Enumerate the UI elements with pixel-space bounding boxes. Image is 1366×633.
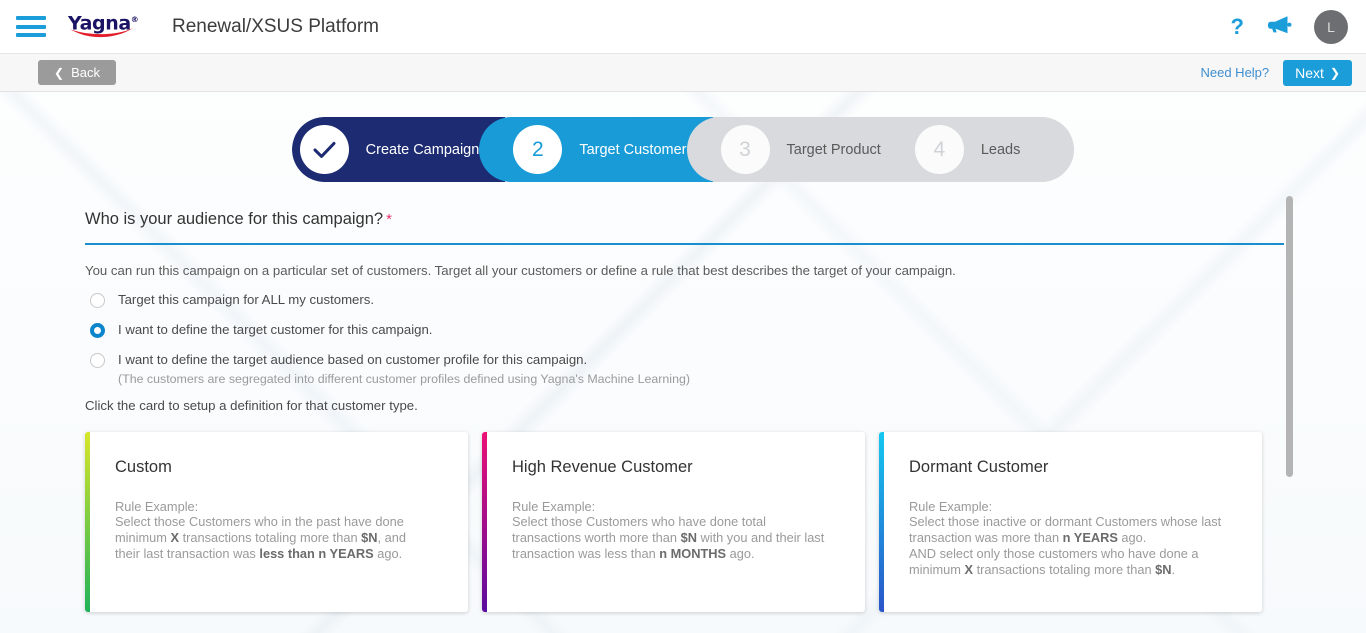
yagna-logo[interactable]: Yagna® [68,10,140,44]
card-rule-body: Select those Customers who have done tot… [512,514,841,562]
check-icon [313,141,336,158]
sub-toolbar: ❮ Back Need Help? Next ❯ [0,53,1366,92]
next-button[interactable]: Next ❯ [1283,59,1352,86]
radio-option-all-customers[interactable]: Target this campaign for ALL my customer… [85,292,1366,308]
sub-toolbar-actions: Need Help? Next ❯ [1200,59,1366,86]
card-title: High Revenue Customer [512,458,693,476]
card-rule-heading: Rule Example: [115,499,199,514]
chevron-left-icon: ❮ [54,65,65,80]
top-bar: Yagna® Renewal/XSUS Platform ? L [0,0,1366,53]
stepper-step-2-label: Target Customer [579,141,687,158]
hamburger-bar [16,24,46,29]
customer-type-card-list: Custom Rule Example: Select those Custom… [85,432,1366,612]
radio-option-define-target-customer[interactable]: I want to define the target customer for… [85,322,1366,338]
card-rule-line: Select those Customers who have done tot… [512,514,766,529]
card-rule-heading: Rule Example: [909,499,993,514]
card-title: Dormant Customer [909,458,1049,476]
customer-type-card-custom[interactable]: Custom Rule Example: Select those Custom… [85,432,468,612]
top-bar-actions: ? L [1231,9,1366,44]
audience-radio-group: Target this campaign for ALL my customer… [85,292,1366,386]
stepper-step-1-bubble [299,125,349,174]
card-rule-line: AND select only those customers who have… [909,546,1199,561]
need-help-link[interactable]: Need Help? [1200,65,1269,80]
card-rule-line: minimum X transactions totaling more tha… [909,562,1176,577]
stepper-step-4-bubble: 4 [914,125,964,174]
card-rule-line: transactions worth more than $N with you… [512,530,825,545]
radio-option-label: Target this campaign for ALL my customer… [118,292,375,307]
hamburger-menu-icon[interactable] [16,16,46,37]
card-accent-stripe [85,432,90,612]
hamburger-bar [16,16,46,20]
logo-registered-mark: ® [130,14,139,24]
megaphone-icon[interactable] [1266,14,1292,39]
stepper-step-3-bubble: 3 [720,125,770,174]
question-description: You can run this campaign on a particula… [85,263,956,278]
stepper-track: Create Campaign 2 Target Customer 3 Targ… [291,117,1075,182]
stepper-step-leads[interactable]: 4 Leads [880,117,1075,182]
main-content: Who is your audience for this campaign? *… [0,182,1366,612]
stepper-step-create-campaign[interactable]: Create Campaign [291,117,506,182]
radio-option-label: I want to define the target customer for… [118,322,433,337]
card-rule-line: Select those inactive or dormant Custome… [909,514,1222,529]
wizard-stepper: Create Campaign 2 Target Customer 3 Targ… [0,117,1366,182]
stepper-step-3-label: Target Product [786,141,881,158]
app-title: Renewal/XSUS Platform [172,15,379,37]
radio-indicator[interactable] [90,293,105,308]
card-rule-line: transaction was less than n MONTHS ago. [512,546,755,561]
card-rule-body: Select those inactive or dormant Custome… [909,514,1238,578]
customer-type-card-high-revenue[interactable]: High Revenue Customer Rule Example: Sele… [482,432,865,612]
required-asterisk: * [386,211,392,228]
card-rule-heading: Rule Example: [512,499,596,514]
radio-option-sublabel: (The customers are segregated into diffe… [118,372,690,386]
card-rule-body: Select those Customers who in the past h… [115,514,444,562]
card-rule-line: their last transaction was less than n Y… [115,546,403,561]
radio-option-define-by-profile-wrapper: I want to define the target audience bas… [85,352,1366,386]
back-button-label: Back [71,65,100,80]
card-title: Custom [115,458,172,476]
question-text: Who is your audience for this campaign? [85,210,384,228]
radio-option-define-by-profile[interactable]: I want to define the target audience bas… [85,352,1366,368]
card-accent-stripe [482,432,487,612]
stepper-step-target-customer[interactable]: 2 Target Customer [479,117,713,182]
chevron-right-icon: ❯ [1329,65,1340,80]
card-rule-line: minimum X transactions totaling more tha… [115,530,406,545]
help-icon[interactable]: ? [1231,15,1244,38]
radio-indicator-selected[interactable] [90,323,105,338]
card-rule-line: Select those Customers who in the past h… [115,514,404,529]
user-avatar[interactable]: L [1314,9,1348,44]
page-root: Yagna® Renewal/XSUS Platform ? L ❮ Back [0,0,1366,633]
stepper-step-4-label: Leads [980,141,1021,158]
customer-type-card-dormant[interactable]: Dormant Customer Rule Example: Select th… [879,432,1262,612]
vertical-scrollbar[interactable] [1286,196,1293,633]
logo-swoosh-icon [69,27,137,40]
radio-indicator[interactable] [90,353,105,368]
stepper-step-1-label: Create Campaign [365,141,480,158]
title-underline [85,243,1284,245]
stepper-step-target-product[interactable]: 3 Target Product [686,117,907,182]
back-button[interactable]: ❮ Back [38,60,116,85]
card-rule-line: transaction was more than n YEARS ago. [909,530,1147,545]
card-instruction-text: Click the card to setup a definition for… [85,398,418,413]
hamburger-bar [16,33,46,37]
card-accent-stripe [879,432,884,612]
page-title: Who is your audience for this campaign? * [85,210,1366,229]
next-button-label: Next [1295,64,1324,81]
radio-option-label: I want to define the target audience bas… [118,352,588,367]
stepper-step-2-bubble: 2 [513,125,563,174]
scrollbar-thumb[interactable] [1286,196,1293,477]
